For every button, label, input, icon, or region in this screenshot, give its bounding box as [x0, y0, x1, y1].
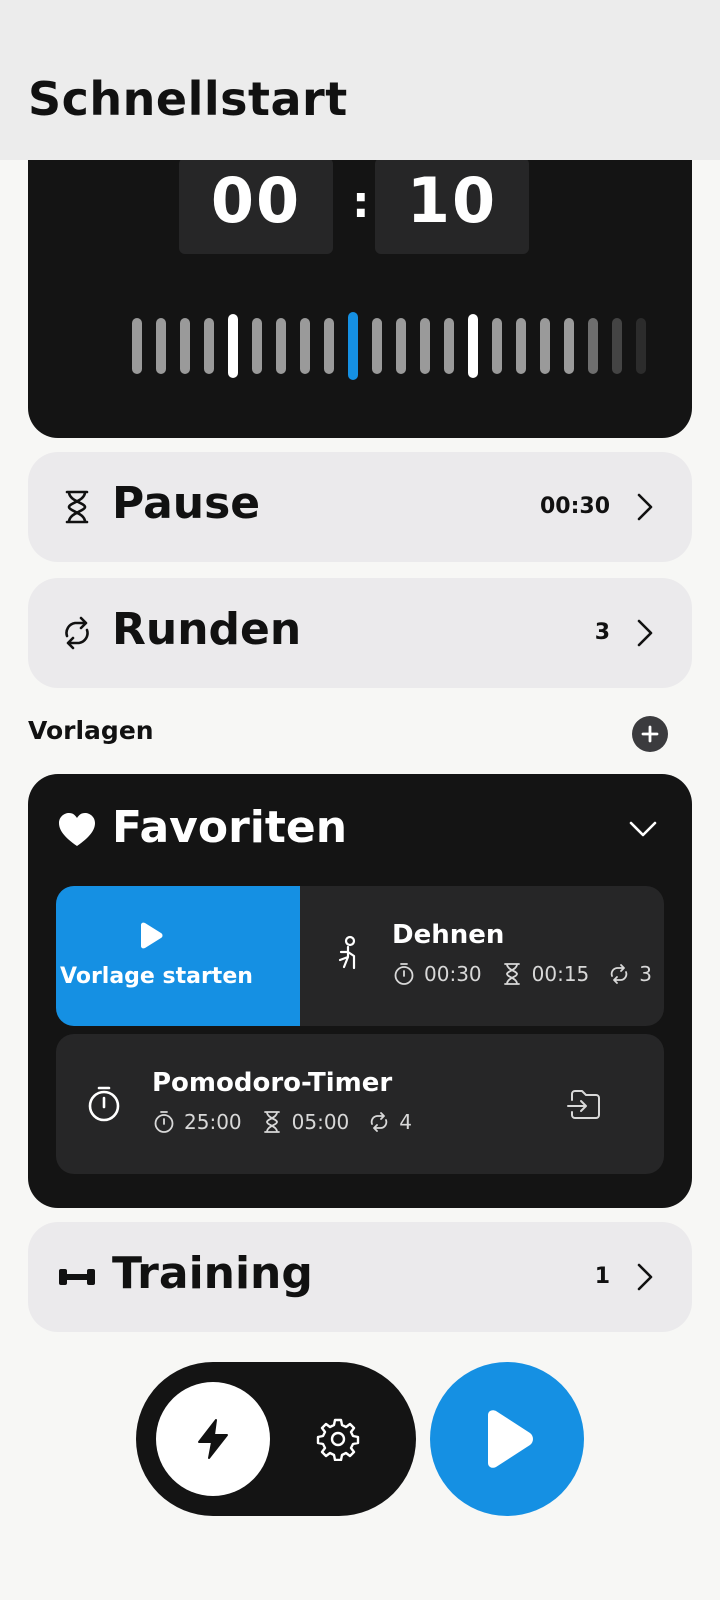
template-meta: 00:30 00:15 3 [392, 962, 664, 986]
repeat-icon [611, 964, 628, 984]
dial-tick [564, 318, 574, 374]
dial-tick [276, 318, 286, 374]
dial-tick [348, 312, 358, 380]
dial-tick [156, 318, 166, 374]
training-label: Training [112, 1248, 313, 1299]
pause-value: 00:30 [539, 494, 610, 519]
play-icon [141, 922, 163, 949]
gear-icon [316, 1418, 360, 1461]
template-rounds: 4 [399, 1110, 413, 1134]
stopwatch-icon [88, 1086, 120, 1122]
repeat-icon [371, 1112, 388, 1132]
mode-switcher [136, 1362, 416, 1516]
dial-tick [444, 318, 454, 374]
template-work-time: 25:00 [184, 1110, 242, 1134]
stretching-person-icon [338, 935, 356, 970]
start-timer-button[interactable] [430, 1362, 584, 1516]
dial-tick [252, 318, 262, 374]
dial-tick [492, 318, 502, 374]
template-work-time: 00:30 [424, 962, 482, 986]
favorites-card: Favoriten Vorlage starten Dehnen 00:30 0… [28, 774, 692, 1208]
chevron-right-icon [637, 619, 653, 647]
hourglass-icon [65, 490, 89, 524]
dial-tick [228, 314, 238, 378]
training-value: 1 [594, 1264, 610, 1289]
dial-tick [588, 318, 598, 374]
dial-tick [612, 318, 622, 374]
dumbbell-icon [59, 1269, 95, 1285]
pause-label: Pause [112, 478, 261, 529]
stopwatch-icon [154, 1111, 174, 1133]
hourglass-icon [263, 1111, 280, 1133]
dial-tick [204, 318, 214, 374]
templates-section-label: Vorlagen [28, 716, 154, 745]
repeat-icon [65, 616, 89, 650]
folder-import-icon[interactable] [566, 1086, 604, 1124]
settings-button[interactable] [306, 1407, 370, 1471]
minutes-display[interactable]: 00 [179, 158, 333, 254]
seconds-display[interactable]: 10 [375, 158, 529, 254]
template-item-pomodoro[interactable]: Pomodoro-Timer 25:00 05:00 4 [56, 1034, 664, 1174]
add-template-button[interactable] [632, 716, 668, 752]
seconds-dial[interactable] [28, 310, 692, 380]
dial-tick [372, 318, 382, 374]
lightning-icon [198, 1419, 228, 1459]
dial-tick [324, 318, 334, 374]
chevron-right-icon [637, 1263, 653, 1291]
template-name: Pomodoro-Timer [152, 1068, 393, 1098]
template-name: Dehnen [392, 920, 505, 950]
dial-tick [516, 318, 526, 374]
pause-row[interactable]: Pause 00:30 [28, 452, 692, 562]
app-header: Schnellstart [0, 0, 720, 160]
chevron-right-icon [637, 493, 653, 521]
dial-tick [180, 318, 190, 374]
dial-tick [132, 318, 142, 374]
template-rounds: 3 [639, 962, 653, 986]
stopwatch-icon [394, 963, 414, 985]
template-meta: 25:00 05:00 4 [152, 1110, 430, 1134]
favorites-title: Favoriten [112, 802, 348, 853]
dial-tick [468, 314, 478, 378]
plus-icon [641, 725, 659, 743]
dial-tick [420, 318, 430, 374]
heart-icon [59, 813, 95, 846]
hourglass-icon [503, 963, 520, 985]
template-rest-time: 05:00 [291, 1110, 350, 1134]
template-item-dehnen[interactable]: Vorlage starten Dehnen 00:30 00:15 3 [56, 886, 664, 1026]
quickstart-mode-button[interactable] [156, 1382, 270, 1496]
dial-tick [396, 318, 406, 374]
template-rest-time: 00:15 [531, 962, 590, 986]
dial-tick [540, 318, 550, 374]
start-template-label: Vorlage starten [60, 964, 253, 989]
rounds-label: Runden [112, 604, 302, 655]
rounds-row[interactable]: Runden 3 [28, 578, 692, 688]
chevron-down-icon[interactable] [628, 820, 658, 838]
training-row[interactable]: Training 1 [28, 1222, 692, 1332]
start-template-button[interactable]: Vorlage starten [56, 886, 300, 1026]
rounds-value: 3 [594, 620, 610, 645]
time-separator: : [352, 177, 370, 228]
dial-tick [300, 318, 310, 374]
page-title: Schnellstart [28, 72, 348, 126]
dial-tick [636, 318, 646, 374]
play-icon [488, 1410, 533, 1468]
